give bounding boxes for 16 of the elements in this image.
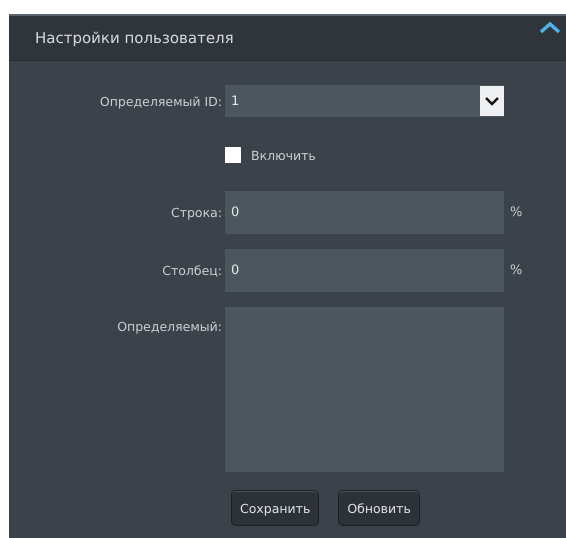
collapse-chevron-icon[interactable] — [538, 20, 562, 36]
field-label: Определяемый ID: — [98, 94, 223, 108]
enable-checkbox[interactable] — [225, 147, 241, 163]
refresh-button[interactable]: Обновить — [338, 490, 420, 526]
panel-title: Настройки пользователя — [35, 29, 234, 47]
save-button[interactable]: Сохранить — [231, 490, 320, 526]
field-label: Определяемый: — [116, 318, 223, 334]
checkbox-label: Включить — [251, 148, 316, 162]
caret-icon — [485, 96, 499, 106]
unit-label: % — [509, 263, 524, 278]
input-field[interactable]: 0 — [225, 191, 504, 234]
field-label: Строка: — [170, 205, 223, 220]
id-select[interactable]: 1 — [225, 85, 504, 117]
field-label: Столбец: — [161, 263, 223, 278]
unit-label: % — [509, 205, 524, 220]
input-field[interactable]: 0 — [225, 249, 504, 292]
